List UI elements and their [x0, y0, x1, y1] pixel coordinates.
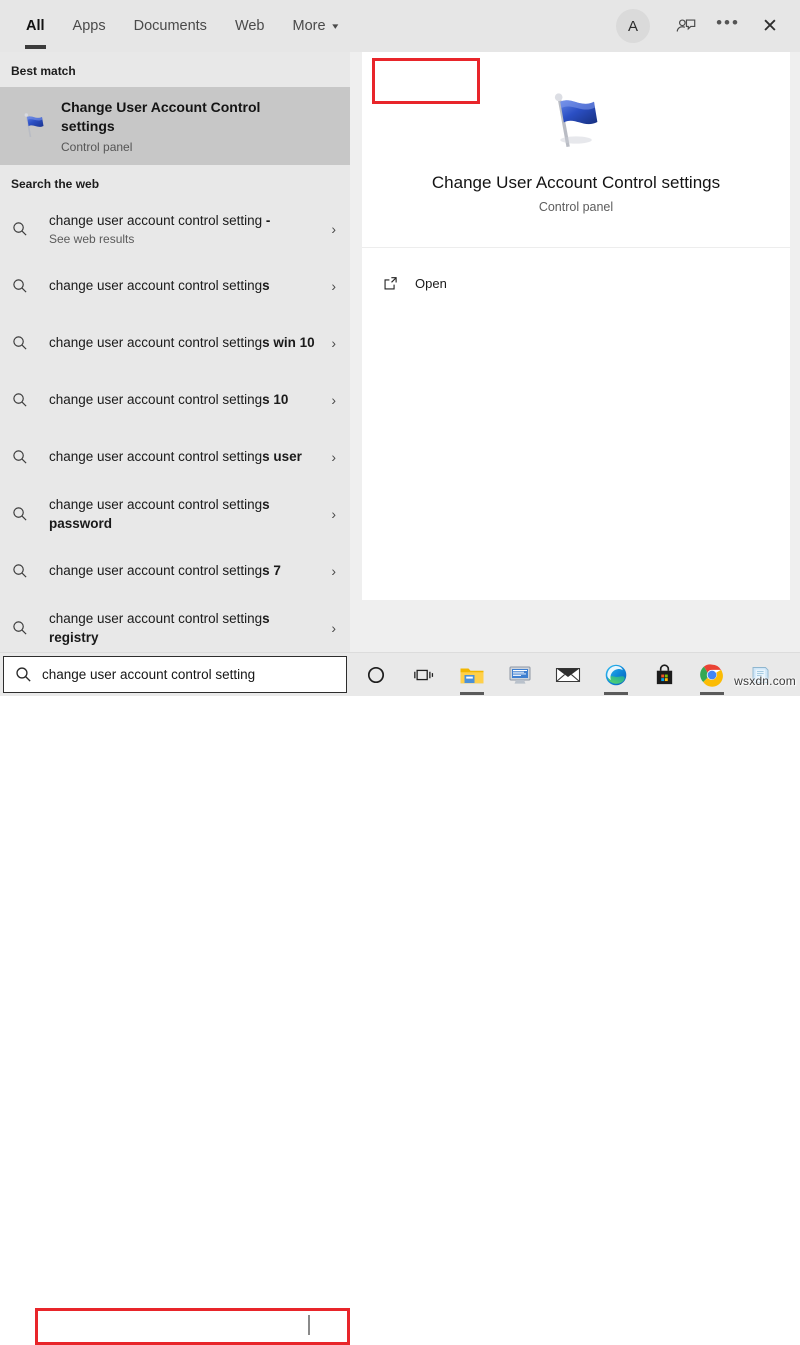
- web-result-title: change user account control settings 7: [49, 561, 316, 580]
- taskbar-item-microsoft-edge[interactable]: [592, 653, 640, 697]
- results-column[interactable]: Best match: [0, 52, 350, 652]
- chevron-down-icon: ▾: [332, 22, 338, 31]
- taskbar-search-box[interactable]: change user account control setting: [3, 656, 347, 693]
- web-result-subtitle: See web results: [49, 232, 316, 246]
- search-icon: [11, 220, 49, 238]
- search-icon: [11, 505, 49, 523]
- search-icon: [11, 448, 49, 466]
- web-result-title: change user account control settings win…: [49, 333, 316, 352]
- search-input-highlight: [35, 1308, 350, 1345]
- web-result-row[interactable]: change user account control settings use…: [0, 428, 350, 485]
- close-label: ✕: [762, 15, 778, 38]
- watermark: wsxdn.com: [734, 674, 796, 688]
- taskbar-item-file-explorer[interactable]: [448, 653, 496, 697]
- taskbar-item-microsoft-store[interactable]: [640, 653, 688, 697]
- search-input[interactable]: change user account control setting: [42, 667, 255, 682]
- tab-apps[interactable]: Apps: [59, 0, 120, 52]
- preview-card: Change User Account Control settings Con…: [362, 52, 790, 600]
- chevron-right-icon[interactable]: ›: [331, 620, 336, 636]
- web-result-text: change user account control settings pas…: [49, 495, 316, 533]
- web-result-row[interactable]: change user account control settings reg…: [0, 599, 350, 652]
- best-match-subtitle: Control panel: [61, 140, 276, 154]
- open-button-label: Open: [415, 276, 447, 291]
- search-icon: [11, 619, 49, 637]
- taskbar-item-mail[interactable]: [544, 653, 592, 697]
- web-result-title: change user account control settings use…: [49, 447, 316, 466]
- preview-hero: Change User Account Control settings Con…: [362, 52, 790, 248]
- more-options-icon[interactable]: •••: [708, 3, 748, 49]
- best-match-label: Best match: [0, 52, 350, 87]
- tab-apps-label: Apps: [73, 18, 106, 34]
- feedback-icon[interactable]: [666, 6, 706, 46]
- search-icon: [11, 391, 49, 409]
- web-result-text: change user account control setting - See…: [49, 211, 316, 246]
- search-flyout: All Apps Documents Web More ▾ A: [0, 0, 800, 652]
- tab-documents[interactable]: Documents: [120, 0, 221, 52]
- web-results-list: change user account control setting - See…: [0, 200, 350, 652]
- web-result-text: change user account control settings 7: [49, 561, 316, 580]
- web-result-title: change user account control settings: [49, 276, 316, 295]
- chevron-right-icon[interactable]: ›: [331, 278, 336, 294]
- web-result-title: change user account control settings 10: [49, 390, 316, 409]
- best-match-title: Change User Account Control settings: [61, 98, 276, 136]
- more-options-label: •••: [716, 13, 740, 33]
- chevron-right-icon[interactable]: ›: [331, 563, 336, 579]
- best-match-text: Change User Account Control settings Con…: [61, 98, 276, 154]
- web-result-title: change user account control setting -: [49, 211, 316, 230]
- blue-flag-icon: [540, 86, 612, 163]
- tab-all-label: All: [26, 18, 45, 34]
- avatar-letter: A: [628, 18, 638, 35]
- search-header: All Apps Documents Web More ▾ A: [0, 0, 800, 52]
- close-icon[interactable]: ✕: [750, 6, 790, 46]
- chevron-right-icon[interactable]: ›: [331, 506, 336, 522]
- open-button[interactable]: Open: [372, 266, 469, 300]
- chevron-right-icon[interactable]: ›: [331, 221, 336, 237]
- taskbar: change user account control setting: [0, 652, 800, 696]
- blue-flag-icon: [11, 110, 57, 142]
- web-result-title: change user account control settings reg…: [49, 609, 316, 647]
- tab-documents-label: Documents: [134, 18, 207, 34]
- web-result-text: change user account control settings use…: [49, 447, 316, 466]
- search-icon: [11, 334, 49, 352]
- best-match-row[interactable]: Change User Account Control settings Con…: [0, 87, 350, 165]
- tab-all[interactable]: All: [12, 0, 59, 52]
- search-web-label: Search the web: [0, 165, 350, 200]
- web-result-text: change user account control settings win…: [49, 333, 316, 352]
- tab-web-label: Web: [235, 18, 265, 34]
- web-result-text: change user account control settings reg…: [49, 609, 316, 647]
- web-result-row[interactable]: change user account control settings ›: [0, 257, 350, 314]
- open-external-icon: [382, 275, 399, 292]
- preview-subtitle: Control panel: [539, 200, 613, 214]
- web-result-row[interactable]: change user account control setting - See…: [0, 200, 350, 257]
- web-result-title: change user account control settings pas…: [49, 495, 316, 533]
- web-result-text: change user account control settings: [49, 276, 316, 295]
- web-result-row[interactable]: change user account control settings pas…: [0, 485, 350, 542]
- search-icon: [11, 277, 49, 295]
- preview-pane: Change User Account Control settings Con…: [350, 52, 800, 652]
- taskbar-item-google-chrome[interactable]: [688, 653, 736, 697]
- search-icon: [11, 562, 49, 580]
- chevron-right-icon[interactable]: ›: [331, 335, 336, 351]
- preview-title: Change User Account Control settings: [432, 173, 720, 193]
- tab-more-label: More: [293, 18, 326, 34]
- chevron-right-icon[interactable]: ›: [331, 392, 336, 408]
- tab-more[interactable]: More ▾: [279, 0, 352, 52]
- header-actions: A ••• ✕: [616, 0, 790, 52]
- taskbar-item-cortana[interactable]: [352, 653, 400, 697]
- preview-actions: Open: [362, 248, 790, 300]
- chevron-right-icon[interactable]: ›: [331, 449, 336, 465]
- web-result-row[interactable]: change user account control settings win…: [0, 314, 350, 371]
- web-result-row[interactable]: change user account control settings 7 ›: [0, 542, 350, 599]
- search-icon: [4, 665, 42, 684]
- windows-search-screen: All Apps Documents Web More ▾ A: [0, 0, 800, 696]
- taskbar-item-remote-desktop[interactable]: [496, 653, 544, 697]
- search-tabs: All Apps Documents Web More ▾: [12, 0, 351, 52]
- web-result-text: change user account control settings 10: [49, 390, 316, 409]
- web-result-row[interactable]: change user account control settings 10 ›: [0, 371, 350, 428]
- taskbar-item-task-view[interactable]: [400, 653, 448, 697]
- avatar[interactable]: A: [616, 9, 650, 43]
- tab-web[interactable]: Web: [221, 0, 279, 52]
- taskbar-icons: [352, 653, 784, 697]
